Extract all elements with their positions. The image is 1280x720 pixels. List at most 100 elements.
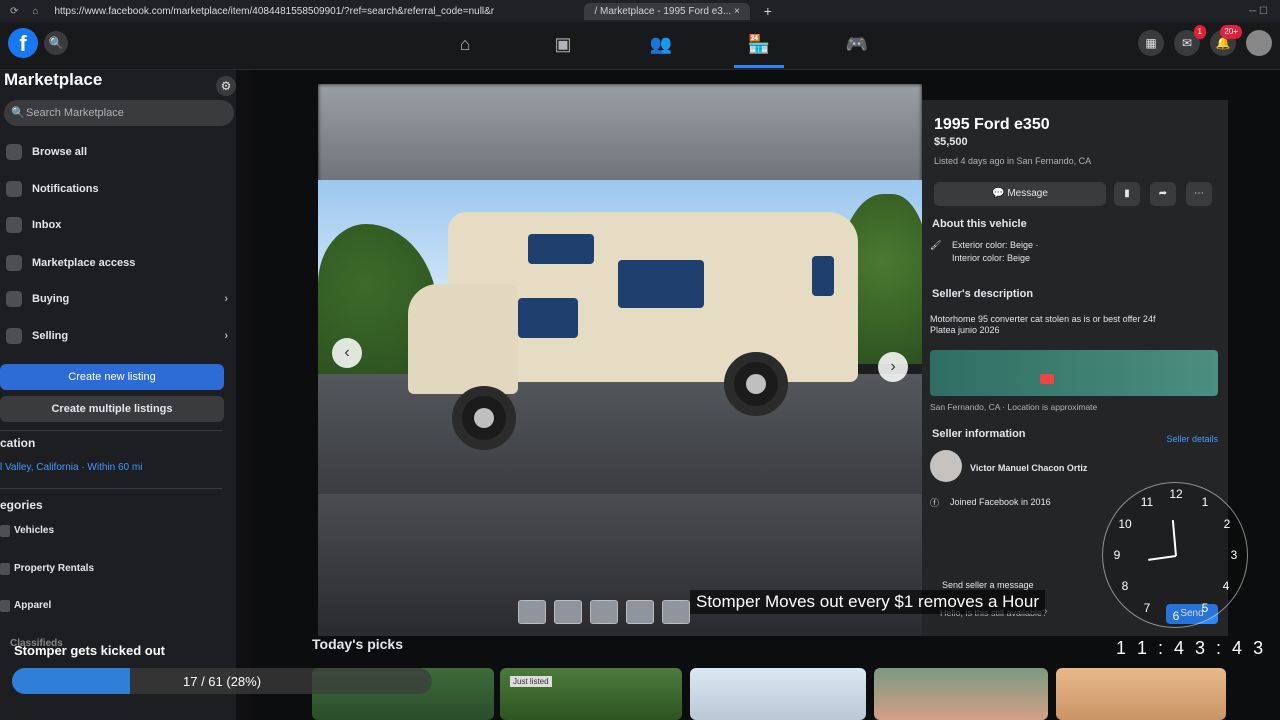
create-multiple-listings-button[interactable]: Create multiple listings — [0, 396, 224, 422]
share-icon[interactable]: ➦ — [1150, 182, 1176, 206]
category-vehicles[interactable]: Vehicles — [0, 525, 54, 537]
notifications-icon[interactable]: 🔔 20+ — [1210, 25, 1242, 56]
video-nav-icon[interactable]: ▣ — [538, 22, 588, 68]
location-filter[interactable]: l Valley, California · Within 60 mi — [0, 462, 142, 473]
clock-number: 2 — [1223, 517, 1231, 531]
divider — [0, 488, 222, 489]
seller-avatar[interactable] — [930, 450, 962, 482]
home-nav-icon[interactable]: ⌂ — [440, 22, 490, 68]
messenger-icon: 💬 — [992, 188, 1005, 199]
countdown-timer: 1 1 : 4 3 : 4 3 — [1116, 638, 1267, 658]
sidebar-item-notifications[interactable]: Notifications — [4, 175, 232, 203]
browser-nav: ⟳ ⌂ — [0, 6, 48, 17]
previous-photo-arrow-icon[interactable]: ‹ — [332, 338, 362, 368]
sidebar-title: Marketplace — [4, 70, 103, 89]
rv-wheel — [452, 386, 516, 450]
search-icon: 🔍 — [11, 107, 25, 119]
thumbnail[interactable] — [554, 600, 582, 624]
profile-avatar[interactable] — [1246, 30, 1272, 56]
sidebar-item-label: Selling — [32, 330, 69, 342]
goal-progress-fill — [12, 668, 130, 694]
more-options-icon[interactable]: ⋯ — [1186, 182, 1212, 206]
search-placeholder: Search Marketplace — [26, 107, 124, 119]
photo-road — [318, 374, 922, 496]
thumbnail[interactable] — [590, 600, 618, 624]
seller-description-line: Platea junio 2026 — [930, 325, 1000, 335]
main-nav: ⌂ ▣ 👥 🏪 🎮 — [440, 22, 882, 68]
tag-icon — [6, 328, 22, 344]
listing-card[interactable] — [690, 668, 866, 720]
seller-details-link[interactable]: Seller details — [1166, 434, 1218, 444]
seller-name[interactable]: Victor Manuel Chacon Ortiz — [970, 463, 1087, 473]
listing-title: 1995 Ford e350 — [934, 116, 1050, 133]
category-apparel[interactable]: Apparel — [0, 600, 52, 612]
browser-tab[interactable]: / Marketplace - 1995 Ford e3... × — [584, 2, 750, 20]
category-property-rentals[interactable]: Property Rentals — [0, 563, 94, 575]
gear-icon[interactable]: ⚙ — [216, 76, 236, 96]
todays-picks-heading: Today's picks — [312, 636, 403, 652]
thumbnail[interactable] — [626, 600, 654, 624]
location-map[interactable] — [930, 350, 1218, 396]
save-icon[interactable]: ▮ — [1114, 182, 1140, 206]
listing-date-location: Listed 4 days ago in San Fernando, CA — [934, 156, 1092, 166]
sidebar-item-browse-all[interactable]: Browse all — [4, 138, 232, 166]
marketplace-nav-icon[interactable]: 🏪 — [734, 22, 784, 68]
search-icon[interactable]: 🔍 — [44, 31, 68, 55]
window-controls[interactable]: ─ ☐ — [1249, 6, 1280, 17]
sidebar-item-marketplace-access[interactable]: Marketplace access — [4, 249, 232, 277]
clock-number: 8 — [1121, 579, 1129, 593]
house-icon — [0, 563, 10, 575]
facebook-logo[interactable]: f — [8, 28, 38, 58]
sidebar-item-inbox[interactable]: Inbox — [4, 211, 232, 239]
reload-icon[interactable]: ⟳ — [10, 6, 18, 17]
shield-icon — [6, 255, 22, 271]
tab-close-icon[interactable]: × — [734, 6, 740, 17]
home-icon[interactable]: ⌂ — [32, 6, 38, 17]
stream-caption: Stomper Moves out every $1 removes a Hou… — [690, 590, 1045, 614]
thumbnail[interactable] — [662, 600, 690, 624]
message-button[interactable]: 💬 Message — [934, 182, 1106, 206]
notifications-badge: 20+ — [1220, 25, 1242, 39]
sidebar-item-label: Marketplace access — [32, 257, 136, 269]
next-photo-arrow-icon[interactable]: › — [878, 352, 908, 382]
clock-number: 9 — [1113, 548, 1121, 562]
interior-color: Interior color: Beige — [952, 253, 1031, 263]
tab-title: / Marketplace - 1995 Ford e3... — [594, 5, 732, 17]
seller-description-line: Motorhome 95 converter cat stolen as is … — [930, 314, 1156, 324]
messenger-icon[interactable]: ✉ 1 — [1174, 25, 1206, 56]
category-label: Apparel — [14, 600, 52, 611]
friends-nav-icon[interactable]: 👥 — [636, 22, 686, 68]
seller-description-heading: Seller's description — [932, 288, 1034, 300]
listing-card[interactable] — [874, 668, 1048, 720]
menu-grid-icon[interactable]: ▦ — [1138, 30, 1164, 56]
listing-photo[interactable] — [318, 84, 922, 636]
blurred-area — [318, 84, 922, 184]
paint-icon: 🖌 — [930, 240, 942, 250]
divider — [0, 430, 222, 431]
clock-number: 12 — [1169, 487, 1183, 501]
new-tab-button[interactable]: + — [764, 3, 772, 19]
clock-minute-hand — [1171, 520, 1177, 557]
thumbnail[interactable] — [518, 600, 546, 624]
sidebar-item-buying[interactable]: Buying › — [4, 285, 232, 313]
goal-label: Stomper gets kicked out — [14, 643, 165, 658]
sidebar-item-selling[interactable]: Selling › — [4, 322, 232, 350]
listing-card[interactable] — [1056, 668, 1226, 720]
rv-window — [812, 256, 834, 296]
create-new-listing-button[interactable]: Create new listing — [0, 364, 224, 390]
message-button-label: Message — [1007, 188, 1048, 199]
address-bar[interactable]: https://www.facebook.com/marketplace/ite… — [54, 6, 494, 17]
clock-number: 6 — [1172, 609, 1180, 623]
clock-number: 11 — [1140, 495, 1154, 509]
bell-icon — [6, 181, 22, 197]
about-vehicle-heading: About this vehicle — [932, 218, 1027, 230]
shirt-icon — [0, 600, 10, 612]
listing-card[interactable]: Just listed — [500, 668, 682, 720]
gaming-nav-icon[interactable]: 🎮 — [832, 22, 882, 68]
joined-facebook: Joined Facebook in 2016 — [950, 497, 1051, 507]
listing-price: $5,500 — [934, 136, 968, 148]
goal-progress-text: 17 / 61 (28%) — [183, 674, 262, 689]
marketplace-search-input[interactable]: 🔍 Search Marketplace — [4, 100, 234, 126]
chevron-right-icon: › — [224, 330, 228, 342]
sidebar-item-label: Notifications — [32, 183, 99, 195]
